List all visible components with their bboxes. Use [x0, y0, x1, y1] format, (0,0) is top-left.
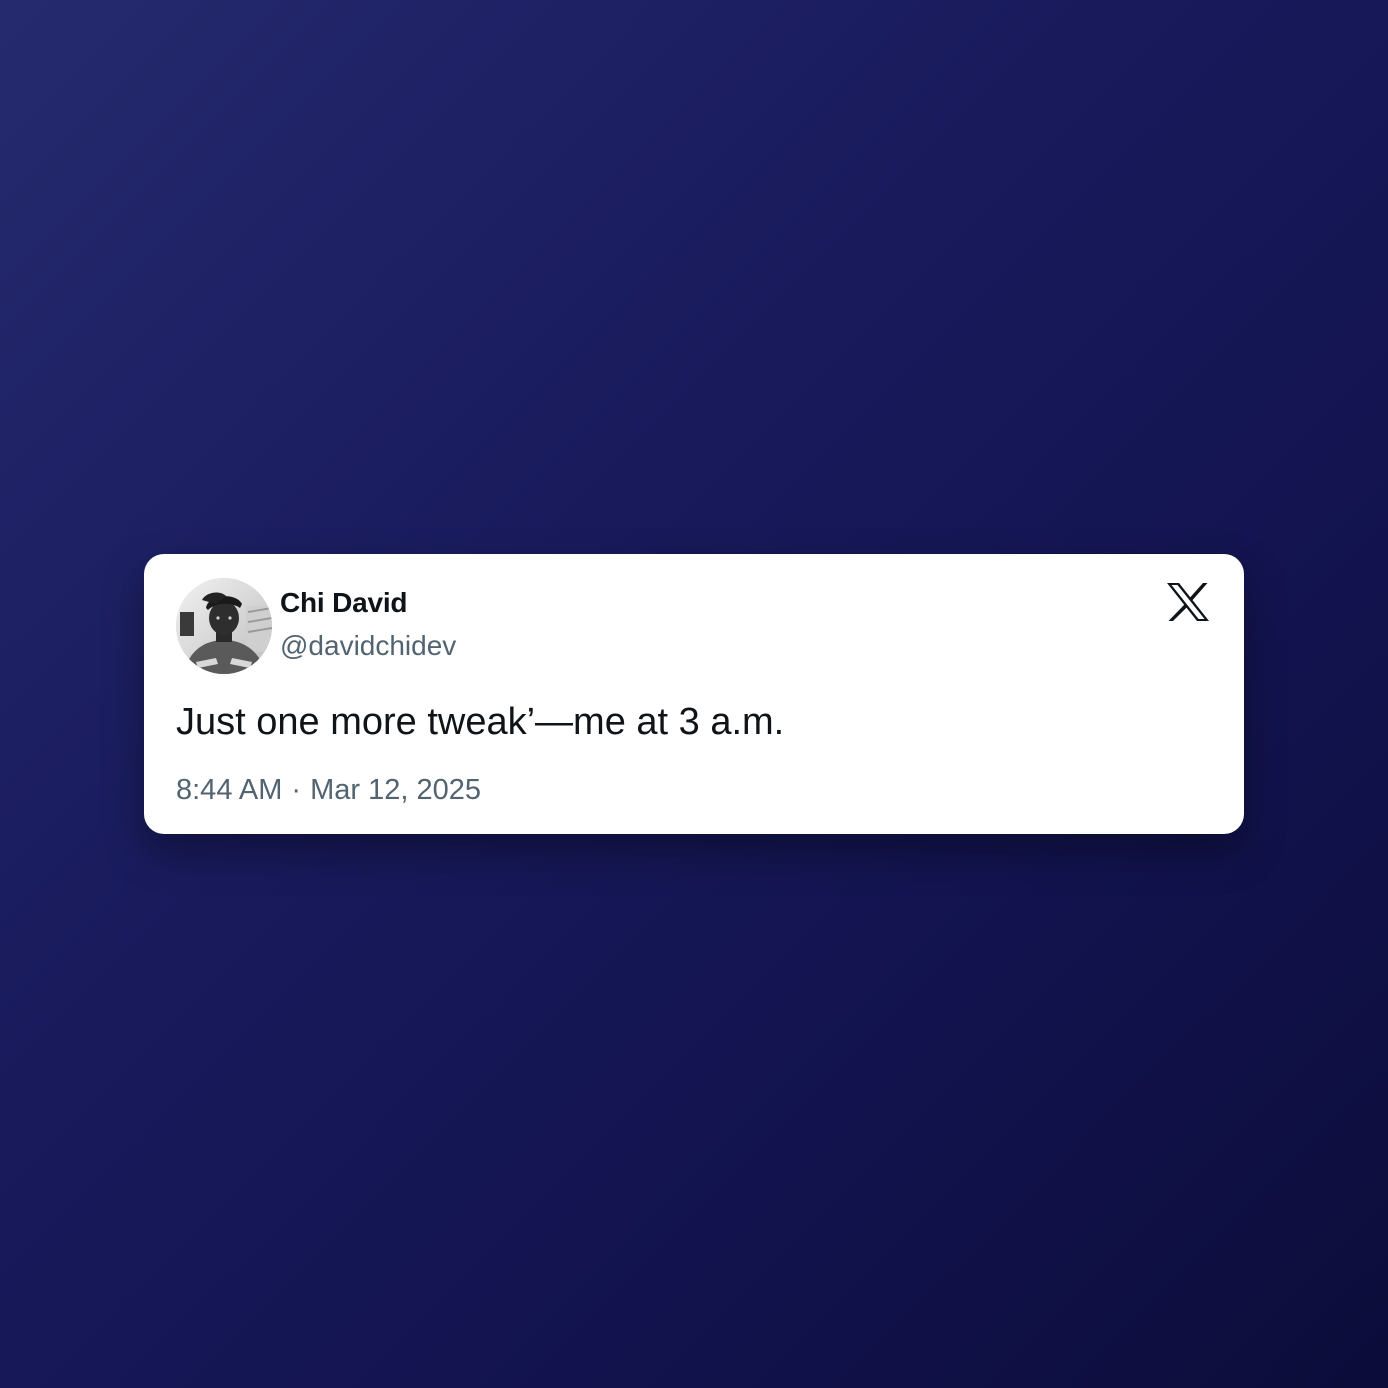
avatar[interactable] [176, 578, 272, 674]
user-handle[interactable]: @davidchidev [280, 629, 456, 663]
meta-separator: · [291, 774, 302, 806]
author-block: Chi David @davidchidev [280, 586, 456, 663]
page-background: { "tweet": { "author": { "display_name":… [0, 0, 1388, 1388]
tweet-card[interactable]: Chi David @davidchidev Just one more twe… [144, 554, 1244, 834]
tweet-date: Mar 12, 2025 [310, 774, 481, 806]
tweet-timestamp[interactable]: 8:44 AM · Mar 12, 2025 [176, 772, 481, 808]
profile-photo-avatar [176, 578, 272, 674]
x-logo-icon[interactable] [1166, 582, 1210, 622]
tweet-time: 8:44 AM [176, 774, 283, 806]
tweet-text: Just one more tweak’—me at 3 a.m. [176, 701, 785, 743]
display-name[interactable]: Chi David [280, 586, 456, 620]
